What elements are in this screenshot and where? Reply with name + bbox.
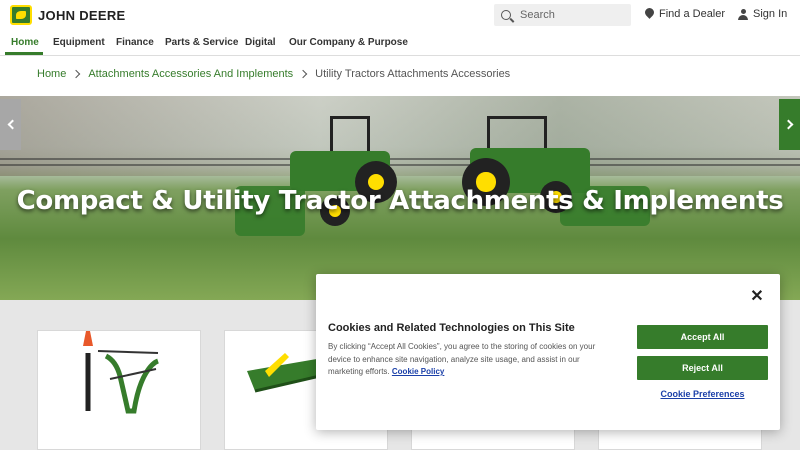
breadcrumb-home[interactable]: Home bbox=[37, 68, 66, 80]
hero-title: Compact & Utility Tractor Attachments & … bbox=[16, 186, 784, 216]
reject-all-button[interactable]: Reject All bbox=[637, 356, 768, 380]
hero-fence bbox=[0, 158, 800, 166]
nav-active-indicator bbox=[5, 52, 43, 55]
sign-in-link[interactable]: Sign In bbox=[738, 8, 787, 20]
location-pin-icon bbox=[645, 8, 654, 20]
brand-name: JOHN DEERE bbox=[38, 7, 126, 23]
breadcrumb-current: Utility Tractors Attachments Accessories bbox=[315, 68, 511, 80]
find-dealer-label: Find a Dealer bbox=[659, 8, 726, 20]
nav-item-parts-service[interactable]: Parts & Service bbox=[165, 37, 238, 48]
cookie-consent-dialog: ✕ Cookies and Related Technologies on Th… bbox=[316, 274, 780, 430]
cookie-body-text: By clicking “Accept All Cookies”, you ag… bbox=[328, 342, 596, 376]
site-header: JOHN DEERE Find a Dealer Sign In bbox=[0, 0, 800, 30]
cookie-preferences-button[interactable]: Cookie Preferences bbox=[637, 389, 768, 399]
user-icon bbox=[738, 8, 748, 20]
cookie-dialog-title: Cookies and Related Technologies on This… bbox=[328, 322, 575, 334]
chevron-left-icon bbox=[7, 119, 17, 130]
sign-in-label: Sign In bbox=[753, 8, 788, 20]
search-icon bbox=[501, 10, 511, 20]
cookie-dialog-body: By clicking “Accept All Cookies”, you ag… bbox=[328, 341, 610, 379]
hero-banner: Compact & Utility Tractor Attachments & … bbox=[0, 96, 800, 300]
chevron-right-icon bbox=[72, 69, 81, 79]
cookie-policy-link[interactable]: Cookie Policy bbox=[392, 367, 444, 376]
main-nav: Home Equipment Finance Parts & Service D… bbox=[0, 30, 800, 56]
search-input[interactable] bbox=[520, 9, 620, 21]
accept-all-button[interactable]: Accept All bbox=[637, 325, 768, 349]
carousel-next-button[interactable] bbox=[779, 99, 800, 150]
breadcrumb: Home Attachments Accessories And Impleme… bbox=[37, 68, 510, 80]
breadcrumb-attachments[interactable]: Attachments Accessories And Implements bbox=[88, 68, 293, 80]
nav-item-equipment[interactable]: Equipment bbox=[53, 37, 105, 48]
chevron-right-icon bbox=[298, 69, 308, 79]
close-icon[interactable]: ✕ bbox=[750, 289, 764, 305]
nav-item-our-company[interactable]: Our Company & Purpose bbox=[289, 37, 408, 48]
product-card-auger[interactable] bbox=[37, 330, 201, 450]
nav-item-home[interactable]: Home bbox=[11, 37, 39, 48]
deer-logo-icon bbox=[10, 5, 32, 25]
find-dealer-link[interactable]: Find a Dealer bbox=[645, 8, 725, 20]
post-hole-digger-image bbox=[83, 331, 159, 414]
chevron-right-icon bbox=[783, 119, 793, 130]
nav-item-digital[interactable]: Digital bbox=[245, 37, 276, 48]
john-deere-logo[interactable]: JOHN DEERE bbox=[10, 5, 126, 25]
search-box[interactable] bbox=[494, 4, 631, 26]
nav-item-finance[interactable]: Finance bbox=[116, 37, 154, 48]
carousel-prev-button[interactable] bbox=[0, 99, 21, 150]
